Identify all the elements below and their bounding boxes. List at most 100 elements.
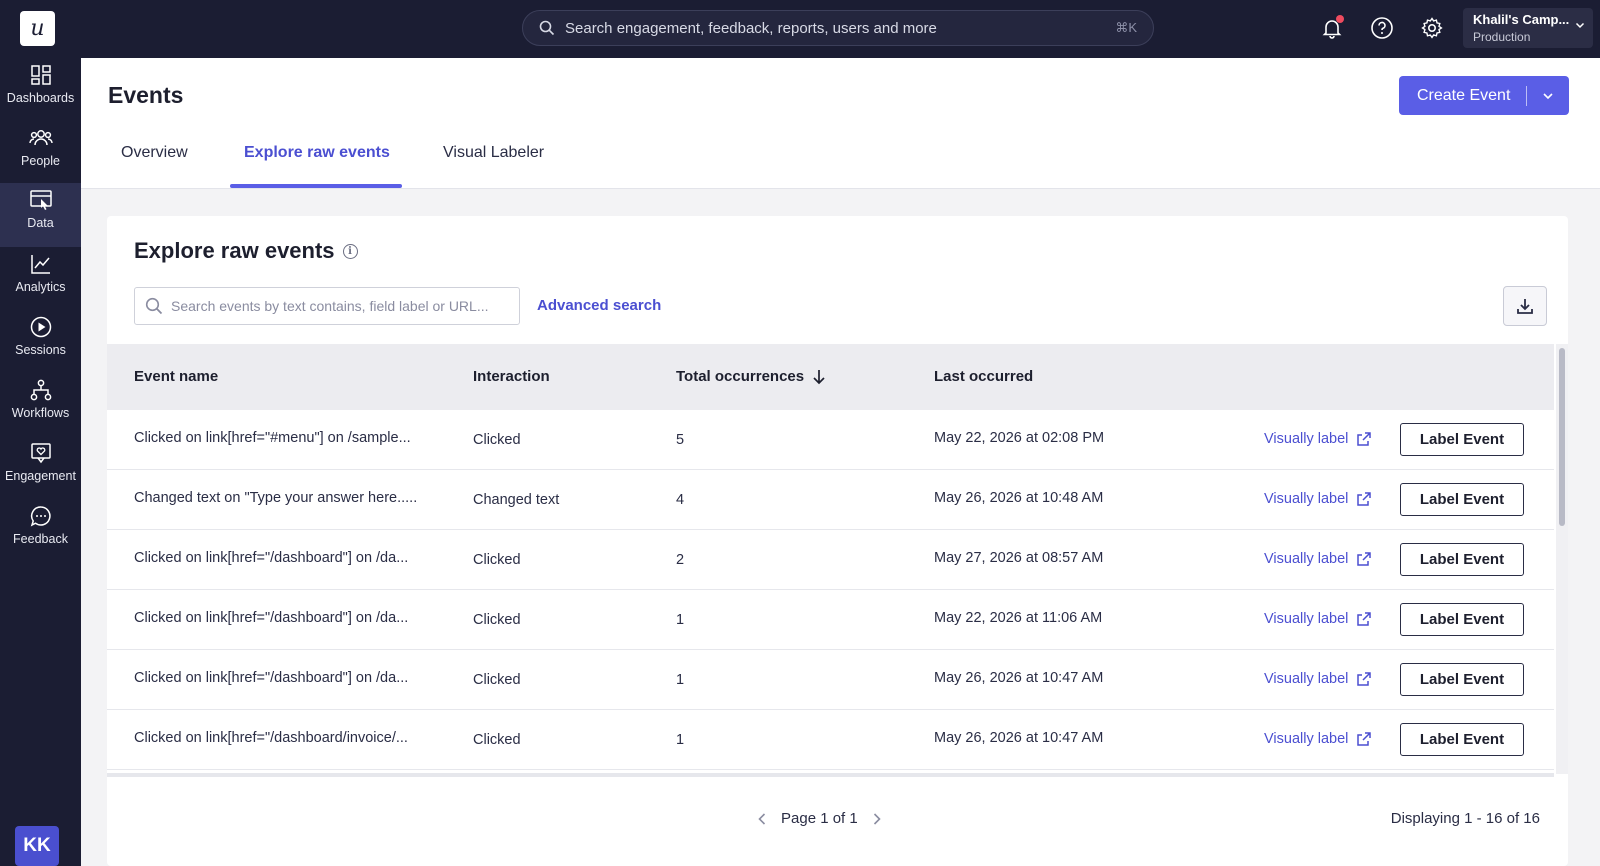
- visually-label-link[interactable]: Visually label: [1264, 491, 1372, 507]
- analytics-icon: [30, 255, 50, 274]
- help-button[interactable]: [1368, 14, 1396, 42]
- data-icon: [29, 190, 52, 210]
- column-last-occurred[interactable]: Last occurred: [934, 368, 1033, 385]
- sidebar-item-people[interactable]: People: [0, 121, 81, 183]
- column-total-occurrences[interactable]: Total occurrences: [676, 368, 826, 385]
- create-event-button[interactable]: Create Event: [1399, 76, 1569, 115]
- event-name: Changed text on "Type your answer here..…: [134, 490, 418, 506]
- label-event-button[interactable]: Label Event: [1400, 423, 1524, 456]
- tab-visual-labeler[interactable]: Visual Labeler: [443, 144, 544, 162]
- info-icon[interactable]: i: [342, 243, 358, 259]
- sidebar-item-sessions[interactable]: Sessions: [0, 310, 81, 372]
- download-button[interactable]: [1503, 286, 1547, 326]
- visually-label-link[interactable]: Visually label: [1264, 731, 1372, 747]
- sidebar-item-label: Sessions: [15, 343, 66, 357]
- column-total-label: Total occurrences: [676, 368, 805, 385]
- event-last-occurred: May 26, 2026 at 10:48 AM: [934, 490, 1104, 506]
- dashboard-icon: [30, 65, 51, 85]
- event-interaction: Clicked: [473, 612, 521, 628]
- event-total: 2: [676, 552, 685, 568]
- help-icon: [1371, 17, 1393, 39]
- search-shortcut: ⌘K: [1115, 20, 1137, 35]
- visually-label-text: Visually label: [1264, 431, 1349, 447]
- visually-label-link[interactable]: Visually label: [1264, 551, 1372, 567]
- tab-explore-raw-events[interactable]: Explore raw events: [244, 144, 390, 162]
- event-total: 1: [676, 672, 685, 688]
- table-row: Clicked on link[href="/dashboard"] on /d…: [107, 530, 1554, 590]
- workflow-icon: [30, 379, 51, 401]
- tab-overview[interactable]: Overview: [121, 144, 188, 162]
- notification-dot: [1336, 15, 1344, 23]
- page-header: Events Create Event Overview Explore raw…: [81, 58, 1600, 189]
- event-name: Clicked on link[href="/dashboard/invoice…: [134, 730, 408, 746]
- label-event-button[interactable]: Label Event: [1400, 663, 1524, 696]
- app-logo[interactable]: u: [20, 11, 55, 46]
- event-last-occurred: May 22, 2026 at 02:08 PM: [934, 430, 1105, 446]
- table-row: Changed text on "Type your answer here..…: [107, 470, 1554, 530]
- sidebar-item-label: Data: [27, 216, 54, 230]
- visually-label-link[interactable]: Visually label: [1264, 431, 1372, 447]
- chevron-right-icon[interactable]: [872, 812, 882, 826]
- label-event-button[interactable]: Label Event: [1400, 723, 1524, 756]
- table-row: Clicked on link[href="/dashboard/invoice…: [107, 710, 1554, 770]
- create-event-label: Create Event: [1417, 86, 1511, 104]
- sidebar-item-workflows[interactable]: Workflows: [0, 373, 81, 435]
- people-icon: [28, 130, 53, 146]
- visually-label-link[interactable]: Visually label: [1264, 611, 1372, 627]
- table-header: Event name Interaction Total occurrences…: [107, 344, 1554, 410]
- card-title: Explore raw events i: [134, 238, 358, 264]
- event-search-placeholder: Search events by text contains, field la…: [171, 298, 489, 314]
- sidebar-item-data[interactable]: Data: [0, 183, 81, 247]
- label-event-button[interactable]: Label Event: [1400, 483, 1524, 516]
- sidebar-item-engagement[interactable]: Engagement: [0, 436, 81, 498]
- pagination: Page 1 of 1: [757, 810, 882, 827]
- scrollbar-thumb[interactable]: [1559, 348, 1565, 526]
- sidebar-item-feedback[interactable]: Feedback: [0, 499, 81, 561]
- external-link-icon: [1357, 672, 1372, 686]
- column-event-name[interactable]: Event name: [134, 368, 218, 385]
- visually-label-text: Visually label: [1264, 731, 1349, 747]
- column-interaction[interactable]: Interaction: [473, 368, 550, 385]
- label-event-button[interactable]: Label Event: [1400, 543, 1524, 576]
- account-switcher[interactable]: Khalil's Camp... Production: [1463, 8, 1593, 48]
- download-icon: [1517, 299, 1533, 314]
- external-link-icon: [1357, 612, 1372, 626]
- play-icon: [30, 316, 51, 338]
- account-name: Khalil's Camp...: [1473, 12, 1570, 27]
- sidebar-item-label: People: [21, 154, 60, 168]
- notifications-button[interactable]: [1318, 14, 1346, 42]
- sidebar-item-label: Analytics: [15, 280, 66, 294]
- table-row: Clicked on link[href="/dashboard"] on /d…: [107, 590, 1554, 650]
- results-count: Displaying 1 - 16 of 16: [1390, 810, 1540, 827]
- avatar[interactable]: KK: [15, 826, 59, 866]
- visually-label-text: Visually label: [1264, 671, 1349, 687]
- label-event-button[interactable]: Label Event: [1400, 603, 1524, 636]
- global-search-placeholder: Search engagement, feedback, reports, us…: [565, 19, 937, 37]
- card-title-text: Explore raw events: [134, 238, 335, 263]
- visually-label-link[interactable]: Visually label: [1264, 671, 1372, 687]
- event-interaction: Clicked: [473, 732, 521, 748]
- page-indicator: Page 1 of 1: [781, 810, 858, 827]
- event-last-occurred: May 26, 2026 at 10:47 AM: [934, 730, 1104, 746]
- sidebar-item-dashboards[interactable]: Dashboards: [0, 58, 81, 120]
- visually-label-text: Visually label: [1264, 491, 1349, 507]
- settings-button[interactable]: [1418, 14, 1446, 42]
- table-row: Clicked on link[href="/dashboard"] on /d…: [107, 650, 1554, 710]
- event-name: Clicked on link[href="#menu"] on /sample…: [134, 430, 411, 446]
- chevron-down-icon: [1543, 92, 1553, 99]
- event-interaction: Changed text: [473, 492, 560, 508]
- global-search[interactable]: Search engagement, feedback, reports, us…: [522, 10, 1154, 46]
- visually-label-text: Visually label: [1264, 611, 1349, 627]
- sidebar-item-label: Feedback: [13, 532, 68, 546]
- external-link-icon: [1357, 552, 1372, 566]
- event-search-input[interactable]: Search events by text contains, field la…: [134, 287, 520, 325]
- active-tab-indicator: [230, 184, 402, 188]
- sidebar-item-analytics[interactable]: Analytics: [0, 247, 81, 309]
- search-icon: [145, 297, 163, 315]
- event-last-occurred: May 22, 2026 at 11:06 AM: [934, 610, 1103, 626]
- event-last-occurred: May 27, 2026 at 08:57 AM: [934, 550, 1104, 566]
- event-name: Clicked on link[href="/dashboard"] on /d…: [134, 610, 409, 626]
- create-event-dropdown[interactable]: [1527, 90, 1569, 102]
- chevron-left-icon[interactable]: [757, 812, 767, 826]
- advanced-search-link[interactable]: Advanced search: [537, 297, 661, 314]
